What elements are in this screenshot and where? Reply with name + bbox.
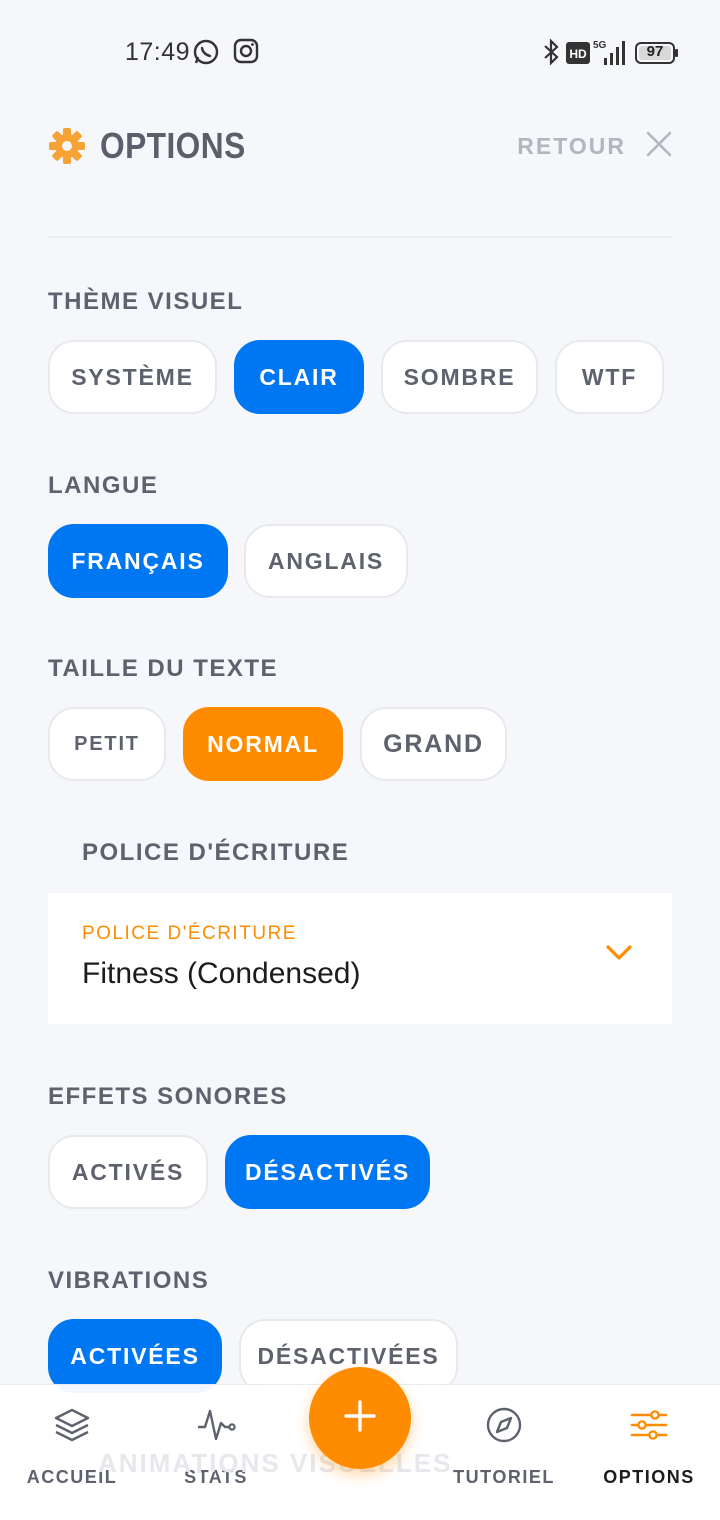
theme-option-sombre[interactable]: SOMBRE <box>381 340 538 414</box>
text-size-option-petit[interactable]: PETIT <box>48 707 166 781</box>
animations-section-label-partial: ANIMATIONS VISUELLES <box>98 1448 453 1478</box>
language-option-anglais[interactable]: ANGLAIS <box>244 524 408 598</box>
nav-label-tutoriel: TUTORIEL <box>453 1467 555 1487</box>
theme-option-wtf[interactable]: WTF <box>555 340 664 414</box>
layers-icon <box>53 1405 91 1445</box>
font-select[interactable]: POLICE D'ÉCRITURE Fitness (Condensed) <box>48 893 672 1024</box>
theme-option-systeme[interactable]: SYSTÈME <box>48 340 217 414</box>
sound-option-desactives[interactable]: DÉSACTIVÉS <box>225 1135 430 1209</box>
plus-icon <box>343 1399 377 1438</box>
chevron-down-icon <box>606 945 632 966</box>
back-label: RETOUR <box>517 132 626 159</box>
text-size-section-label: TAILLE DU TEXTE <box>48 655 279 682</box>
signal-icon: 5G <box>592 38 630 71</box>
sound-section-label: EFFETS SONORES <box>48 1083 288 1110</box>
gear-icon <box>48 127 86 170</box>
font-section-label: POLICE D'ÉCRITURE <box>82 839 350 866</box>
svg-text:HD: HD <box>569 47 587 61</box>
status-bar: 17:49 HD 5G 97 <box>0 0 720 100</box>
back-button[interactable]: RETOUR <box>517 129 672 163</box>
instagram-icon <box>233 38 259 69</box>
font-select-value: Fitness (Condensed) <box>82 957 361 990</box>
vibrations-option-activees[interactable]: ACTIVÉES <box>48 1319 222 1393</box>
battery-level: 97 <box>646 43 664 60</box>
font-select-caption: POLICE D'ÉCRITURE <box>82 923 297 944</box>
language-section-label: LANGUE <box>48 472 159 499</box>
text-size-option-grand[interactable]: GRAND <box>360 707 507 781</box>
pulse-icon <box>196 1405 236 1445</box>
sound-option-actives[interactable]: ACTIVÉS <box>48 1135 208 1209</box>
bluetooth-icon <box>541 38 561 71</box>
add-button[interactable] <box>309 1367 411 1469</box>
hd-icon: HD <box>566 42 590 69</box>
header: OPTIONS RETOUR <box>48 115 672 179</box>
svg-text:5G: 5G <box>593 40 607 51</box>
theme-section-label: THÈME VISUEL <box>48 288 244 315</box>
sliders-icon <box>629 1405 669 1445</box>
page-title: OPTIONS <box>100 125 246 166</box>
close-icon <box>646 131 672 162</box>
vibrations-section-label: VIBRATIONS <box>48 1267 210 1294</box>
status-time: 17:49 <box>125 38 191 66</box>
language-option-francais[interactable]: FRANÇAIS <box>48 524 228 598</box>
whatsapp-icon <box>192 38 220 71</box>
nav-item-tutoriel[interactable]: TUTORIEL <box>439 1405 569 1495</box>
theme-option-clair[interactable]: CLAIR <box>234 340 364 414</box>
compass-icon <box>485 1405 523 1445</box>
header-divider <box>48 236 672 238</box>
text-size-option-normal[interactable]: NORMAL <box>183 707 343 781</box>
nav-label-options: OPTIONS <box>603 1467 695 1487</box>
nav-item-options[interactable]: OPTIONS <box>584 1405 714 1495</box>
